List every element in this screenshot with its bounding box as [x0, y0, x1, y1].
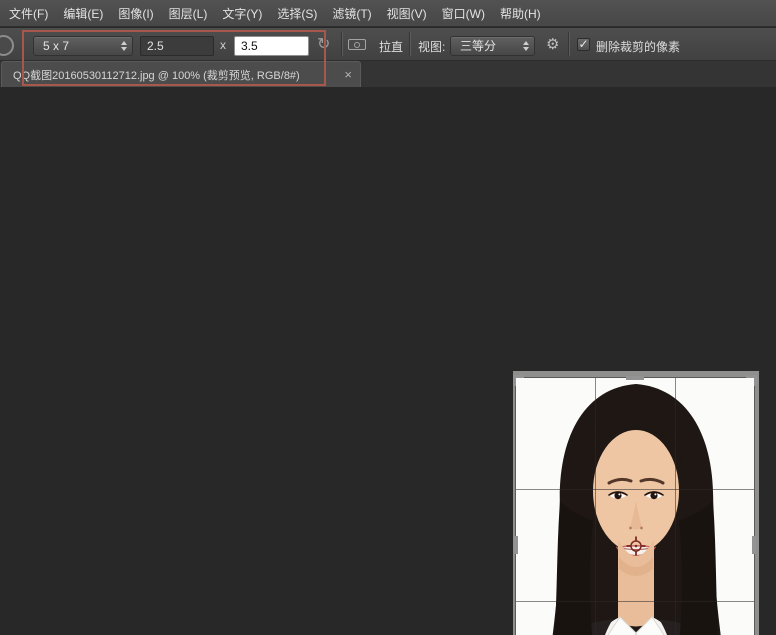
divider [568, 32, 569, 56]
grid-line-horizontal-2 [516, 601, 754, 602]
dimension-separator-label: x [220, 38, 226, 52]
crop-options-bar: 5 x 7 x ↻ 拉直 视图: 三等分 ⚙ ✓ 删除裁剪的像素 [0, 28, 776, 61]
divider [409, 32, 410, 56]
document-tab-bar: QQ截图20160530112712.jpg @ 100% (裁剪预览, RGB… [0, 61, 776, 88]
crop-handle-left[interactable] [514, 536, 518, 554]
crop-height-input[interactable] [234, 36, 309, 56]
photoshop-window: 文件(F) 编辑(E) 图像(I) 图层(L) 文字(Y) 选择(S) 滤镜(T… [0, 0, 776, 635]
crop-box[interactable] [515, 377, 755, 635]
straighten-icon[interactable] [348, 39, 366, 50]
crop-settings-gear-icon[interactable]: ⚙ [546, 37, 559, 52]
crop-handle-top-left[interactable] [513, 375, 524, 386]
overlay-view-select[interactable]: 三等分 [450, 36, 535, 56]
menu-help[interactable]: 帮助(H) [500, 5, 541, 22]
menu-file[interactable]: 文件(F) [9, 5, 48, 22]
crop-handle-top[interactable] [626, 376, 644, 380]
select-spinner-icon [121, 41, 127, 51]
crop-handle-right[interactable] [752, 536, 756, 554]
delete-cropped-pixels-checkbox[interactable]: ✓ [577, 38, 590, 51]
crop-shield-right [755, 377, 759, 635]
menu-bar: 文件(F) 编辑(E) 图像(I) 图层(L) 文字(Y) 选择(S) 滤镜(T… [0, 0, 776, 27]
swap-width-height-icon[interactable]: ↻ [317, 37, 330, 53]
crop-ratio-select[interactable]: 5 x 7 [33, 36, 133, 56]
select-spinner-icon [523, 41, 529, 51]
crop-ratio-value: 5 x 7 [43, 39, 69, 53]
menu-layer[interactable]: 图层(L) [169, 5, 208, 22]
crop-pivot-icon[interactable] [624, 534, 648, 558]
crop-width-input[interactable] [140, 36, 214, 56]
overlay-view-value: 三等分 [460, 39, 496, 53]
menu-type[interactable]: 文字(Y) [222, 5, 262, 22]
menu-window[interactable]: 窗口(W) [442, 5, 485, 22]
view-label: 视图: [418, 38, 445, 55]
document-tab-title: QQ截图20160530112712.jpg @ 100% (裁剪预览, RGB… [13, 67, 338, 83]
crop-tool-icon[interactable] [0, 35, 14, 56]
canvas-area [0, 87, 776, 635]
tab-close-icon[interactable]: × [344, 67, 352, 82]
divider [341, 32, 342, 56]
menu-filter[interactable]: 滤镜(T) [332, 5, 371, 22]
menu-select[interactable]: 选择(S) [277, 5, 317, 22]
delete-cropped-pixels-label[interactable]: 删除裁剪的像素 [596, 38, 680, 55]
straighten-label[interactable]: 拉直 [379, 38, 403, 55]
menu-image[interactable]: 图像(I) [118, 5, 153, 22]
grid-line-horizontal-1 [516, 489, 754, 490]
menu-view[interactable]: 视图(V) [387, 5, 427, 22]
document-tab[interactable]: QQ截图20160530112712.jpg @ 100% (裁剪预览, RGB… [1, 61, 361, 87]
menu-edit[interactable]: 编辑(E) [63, 5, 103, 22]
grid-line-vertical-1 [595, 378, 596, 635]
grid-line-vertical-2 [675, 378, 676, 635]
crop-handle-top-right[interactable] [746, 375, 757, 386]
